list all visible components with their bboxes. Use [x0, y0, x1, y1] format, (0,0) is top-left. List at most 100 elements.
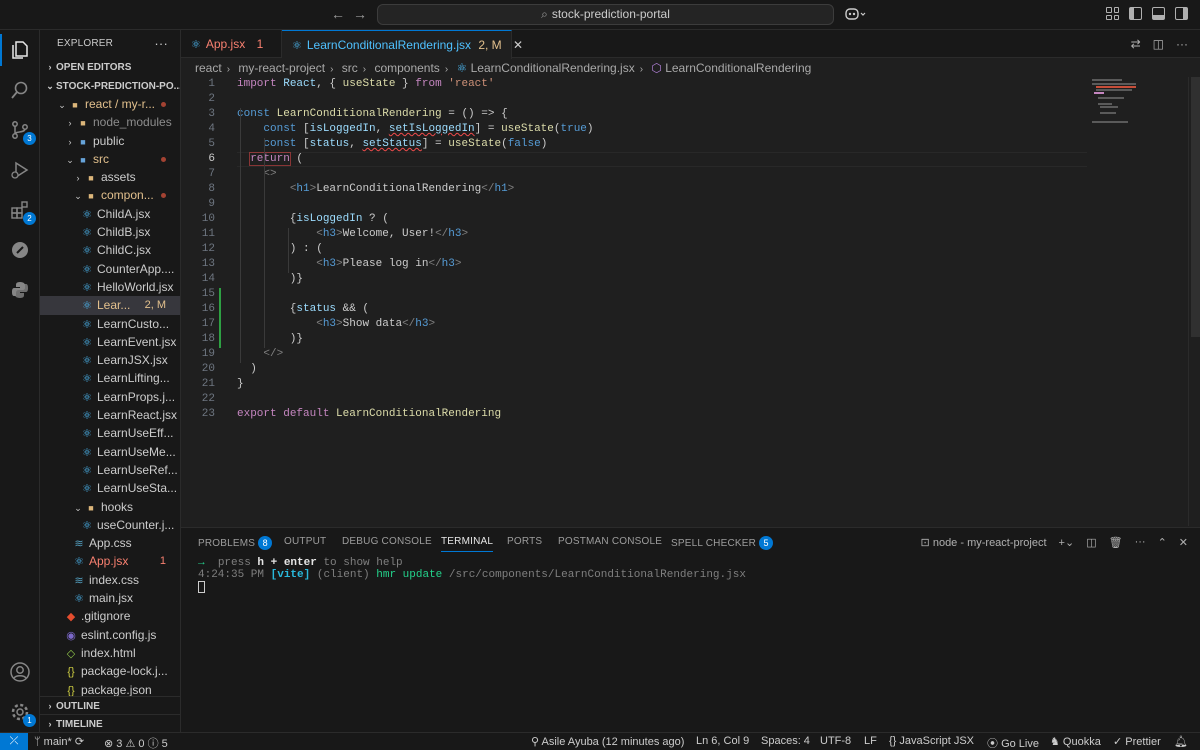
- more-actions-icon[interactable]: ···: [1135, 536, 1146, 549]
- tree-item[interactable]: ◉ eslint.config.js: [40, 626, 180, 644]
- postman-icon[interactable]: [8, 238, 32, 262]
- tab-terminal[interactable]: TERMINAL: [441, 536, 494, 552]
- command-center-search[interactable]: ⌕ stock-prediction-portal: [377, 4, 834, 25]
- tree-item[interactable]: ⌄ ■ src: [40, 150, 180, 168]
- tree-item[interactable]: ⚛ LearnProps.j...: [40, 388, 180, 406]
- language-mode[interactable]: {} JavaScript JSX: [889, 735, 974, 747]
- outline-section[interactable]: › OUTLINE: [40, 696, 180, 714]
- toggle-panel-icon[interactable]: [1152, 7, 1165, 20]
- problems-indicator[interactable]: ⊗ 3 ⚠ 0 ⓘ 5: [104, 735, 168, 750]
- tree-item[interactable]: ⚛ LearnUseRef...: [40, 461, 180, 479]
- terminal-cursor[interactable]: [198, 581, 205, 594]
- editor-scrollbar[interactable]: [1188, 77, 1200, 526]
- code-editor[interactable]: 1 import React, { useState } from 'react'…: [181, 77, 1188, 526]
- tree-item[interactable]: ⚛ Lear... 2, M: [40, 296, 180, 315]
- breadcrumb-item[interactable]: react: [195, 61, 222, 75]
- indentation[interactable]: Spaces: 4: [761, 735, 810, 747]
- tree-item[interactable]: › ■ public: [40, 132, 180, 150]
- branch-indicator[interactable]: ᛘ main* ⟳: [34, 735, 84, 748]
- tree-item[interactable]: ⌄ ■ hooks: [40, 498, 180, 516]
- remote-icon[interactable]: ⤫: [0, 733, 28, 750]
- python-icon[interactable]: [8, 278, 32, 302]
- toggle-secondary-sidebar-icon[interactable]: [1175, 7, 1188, 20]
- project-section[interactable]: ⌄ STOCK-PREDICTION-PO...: [40, 77, 180, 95]
- new-terminal-icon[interactable]: +⌄: [1059, 536, 1075, 549]
- open-editors-section[interactable]: › OPEN EDITORS: [40, 58, 180, 76]
- breadcrumb-item[interactable]: LearnConditionalRendering.jsx: [471, 61, 635, 75]
- split-editor-icon[interactable]: ◫: [1153, 37, 1164, 51]
- run-debug-icon[interactable]: [8, 158, 32, 182]
- breadcrumb-item[interactable]: src: [342, 61, 358, 75]
- tree-item[interactable]: ◇ index.html: [40, 644, 180, 662]
- minimap[interactable]: [1088, 77, 1188, 137]
- tree-item[interactable]: ⚛ LearnLifting...: [40, 369, 180, 387]
- customize-layout-icon[interactable]: [1106, 7, 1119, 20]
- tab-debug-console[interactable]: DEBUG CONSOLE: [342, 536, 432, 547]
- tab-postman-console[interactable]: POSTMAN CONSOLE: [558, 536, 662, 547]
- tree-item[interactable]: ⚛ useCounter.j...: [40, 516, 180, 534]
- breadcrumb-item[interactable]: LearnConditionalRendering: [665, 61, 811, 75]
- git-blame[interactable]: ⚲ Asile Ayuba (12 minutes ago): [531, 735, 684, 748]
- prettier-button[interactable]: ✓ Prettier: [1113, 735, 1161, 748]
- tree-item[interactable]: › ■ node_modules: [40, 113, 180, 131]
- close-icon[interactable]: ✕: [513, 38, 523, 52]
- tree-item[interactable]: {} package-lock.j...: [40, 662, 180, 680]
- tree-item[interactable]: ⌄ ■ compon...: [40, 186, 180, 204]
- tab-spell-checker[interactable]: SPELL CHECKER 5: [671, 536, 774, 550]
- tree-item[interactable]: ⚛ ChildC.jsx: [40, 241, 180, 259]
- maximize-panel-icon[interactable]: ⌃: [1158, 536, 1167, 549]
- tab-app-jsx[interactable]: ⚛ App.jsx 1: [181, 30, 282, 58]
- go-live-button[interactable]: ⦿ Go Live: [987, 735, 1039, 750]
- more-actions-icon[interactable]: ···: [1176, 37, 1188, 51]
- breadcrumb-item[interactable]: my-react-project: [238, 61, 325, 75]
- tree-item[interactable]: ⌄ ■ react / my-r...: [40, 95, 180, 113]
- line-ending[interactable]: LF: [864, 735, 877, 747]
- breadcrumb-item[interactable]: components: [374, 61, 439, 75]
- line-number: 22: [201, 393, 215, 405]
- tree-item[interactable]: ⚛ CounterApp....: [40, 260, 180, 278]
- files-icon[interactable]: [8, 38, 32, 62]
- tree-item[interactable]: ⚛ LearnJSX.jsx: [40, 351, 180, 369]
- tree-item[interactable]: ⚛ ChildA.jsx: [40, 205, 180, 223]
- copilot-icon[interactable]: [845, 7, 867, 23]
- source-control-icon[interactable]: 3: [8, 118, 36, 145]
- tab-problems[interactable]: PROBLEMS 8: [198, 536, 273, 550]
- toggle-sidebar-icon[interactable]: [1129, 7, 1142, 20]
- tab-learn-conditional-rendering[interactable]: ⚛ LearnConditionalRendering.jsx 2, M ✕: [282, 30, 523, 59]
- split-terminal-icon[interactable]: ◫: [1086, 536, 1096, 549]
- arrow-left-icon[interactable]: ←: [331, 6, 345, 22]
- gear-icon[interactable]: 1: [8, 700, 36, 727]
- tab-ports[interactable]: PORTS: [507, 536, 542, 547]
- terminal-selector[interactable]: ⊡ node - my-react-project: [921, 536, 1047, 549]
- tree-item[interactable]: ≋ App.css: [40, 534, 180, 552]
- tree-item[interactable]: ⚛ HelloWorld.jsx: [40, 278, 180, 296]
- tab-output[interactable]: OUTPUT: [284, 536, 326, 547]
- bell-icon[interactable]: 🔔︎: [1174, 735, 1188, 748]
- tree-item[interactable]: ⚛ LearnUseEff...: [40, 424, 180, 442]
- tree-item[interactable]: ⚛ LearnCusto...: [40, 315, 180, 333]
- tree-item[interactable]: › ■ assets: [40, 168, 180, 186]
- tree-item[interactable]: ⚛ App.jsx 1: [40, 552, 180, 570]
- code-line: )}: [237, 333, 304, 345]
- encoding[interactable]: UTF-8: [820, 735, 851, 747]
- more-actions-icon[interactable]: ···: [154, 30, 168, 58]
- tree-item[interactable]: ⚛ LearnUseMe...: [40, 443, 180, 461]
- tree-item[interactable]: ⚛ LearnEvent.jsx: [40, 333, 180, 351]
- tree-item[interactable]: ⚛ ChildB.jsx: [40, 223, 180, 241]
- tree-item[interactable]: ⚛ main.jsx: [40, 589, 180, 607]
- tree-item[interactable]: ⚛ LearnUseSta...: [40, 479, 180, 497]
- timeline-section[interactable]: › TIMELINE: [40, 714, 180, 732]
- arrow-right-icon[interactable]: →: [353, 6, 367, 22]
- search-icon[interactable]: [8, 78, 32, 102]
- trash-icon[interactable]: 🗑: [1109, 536, 1123, 549]
- close-panel-icon[interactable]: ✕: [1179, 536, 1188, 549]
- scroll-thumb[interactable]: [1191, 77, 1200, 337]
- quokka-button[interactable]: ♞ Quokka: [1050, 735, 1101, 748]
- compare-changes-icon[interactable]: ⇄: [1131, 37, 1141, 51]
- account-icon[interactable]: [8, 660, 32, 684]
- tree-item[interactable]: ≋ index.css: [40, 571, 180, 589]
- tree-item[interactable]: ◆ .gitignore: [40, 607, 180, 625]
- tree-item[interactable]: ⚛ LearnReact.jsx: [40, 406, 180, 424]
- cursor-position[interactable]: Ln 6, Col 9: [696, 735, 749, 747]
- extensions-icon[interactable]: 2: [8, 198, 36, 225]
